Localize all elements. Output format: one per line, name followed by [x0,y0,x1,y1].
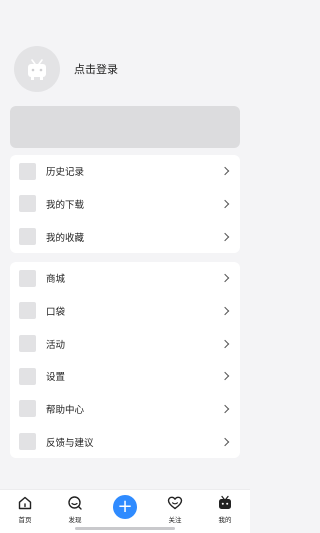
avatar[interactable] [14,46,60,92]
tv-mascot-icon [28,59,46,80]
tab-label: 首页 [18,516,32,524]
tab-label: 我的 [218,516,232,524]
chevron-right-icon [220,167,230,176]
menu-group-services: 商城 口袋 活动 设置 帮助中心 反馈与建议 [10,262,240,458]
chevron-right-icon [220,437,230,446]
settings-icon [19,367,36,385]
login-link[interactable]: 点击登录 [74,61,118,77]
banner-placeholder[interactable] [10,106,240,148]
menu-item-label: 我的收藏 [46,232,85,244]
menu-item-label: 帮助中心 [46,404,85,416]
chevron-right-icon [220,339,230,348]
activity-icon [19,335,36,353]
tab-label: 关注 [168,516,182,524]
menu-item-history[interactable]: 历史记录 [10,155,240,188]
menu-item-pocket[interactable]: 口袋 [10,295,240,328]
chevron-right-icon [220,404,230,414]
tab-add[interactable]: + [105,494,145,519]
tab-discover[interactable]: 发现 [55,494,95,524]
favorite-icon [19,228,36,246]
menu-item-mall[interactable]: 商城 [10,262,240,295]
home-icon [16,494,34,512]
home-indicator [75,527,175,530]
menu-item-label: 反馈与建议 [46,437,94,449]
menu-item-label: 我的下载 [46,199,85,211]
tab-follow[interactable]: 关注 [155,494,195,524]
chevron-right-icon [220,199,230,209]
download-icon [19,195,36,213]
help-icon [19,400,36,418]
chevron-right-icon [220,372,230,381]
discover-search-icon [66,494,84,512]
tab-home[interactable]: 首页 [5,494,45,524]
feedback-icon [19,433,36,451]
screen: 点击登录 历史记录 我的下载 我的收藏 商城 口袋 活动 设置 帮助中心 反馈与… [0,0,250,533]
profile-header[interactable]: 点击登录 [14,46,236,92]
menu-group-library: 历史记录 我的下载 我的收藏 [10,155,240,253]
menu-item-label: 历史记录 [46,167,85,179]
menu-item-label: 口袋 [46,306,66,318]
chevron-right-icon [220,232,230,241]
menu-item-help[interactable]: 帮助中心 [10,393,240,426]
heart-icon [166,494,184,512]
menu-item-settings[interactable]: 设置 [10,360,240,393]
menu-item-downloads[interactable]: 我的下载 [10,188,240,221]
menu-item-label: 设置 [46,372,66,384]
menu-item-feedback[interactable]: 反馈与建议 [10,425,240,458]
chevron-right-icon [220,274,230,283]
menu-item-activity[interactable]: 活动 [10,327,240,360]
menu-item-favorites[interactable]: 我的收藏 [10,220,240,253]
history-icon [19,162,36,180]
menu-item-label: 商城 [46,274,66,286]
tab-mine[interactable]: 我的 [205,494,245,524]
add-button[interactable]: + [113,495,137,519]
chevron-right-icon [220,306,230,316]
pocket-icon [19,302,36,320]
mall-icon [19,269,36,287]
menu-item-label: 活动 [46,339,66,351]
tab-label: 发现 [68,516,82,524]
tv-mascot-icon [216,494,234,512]
